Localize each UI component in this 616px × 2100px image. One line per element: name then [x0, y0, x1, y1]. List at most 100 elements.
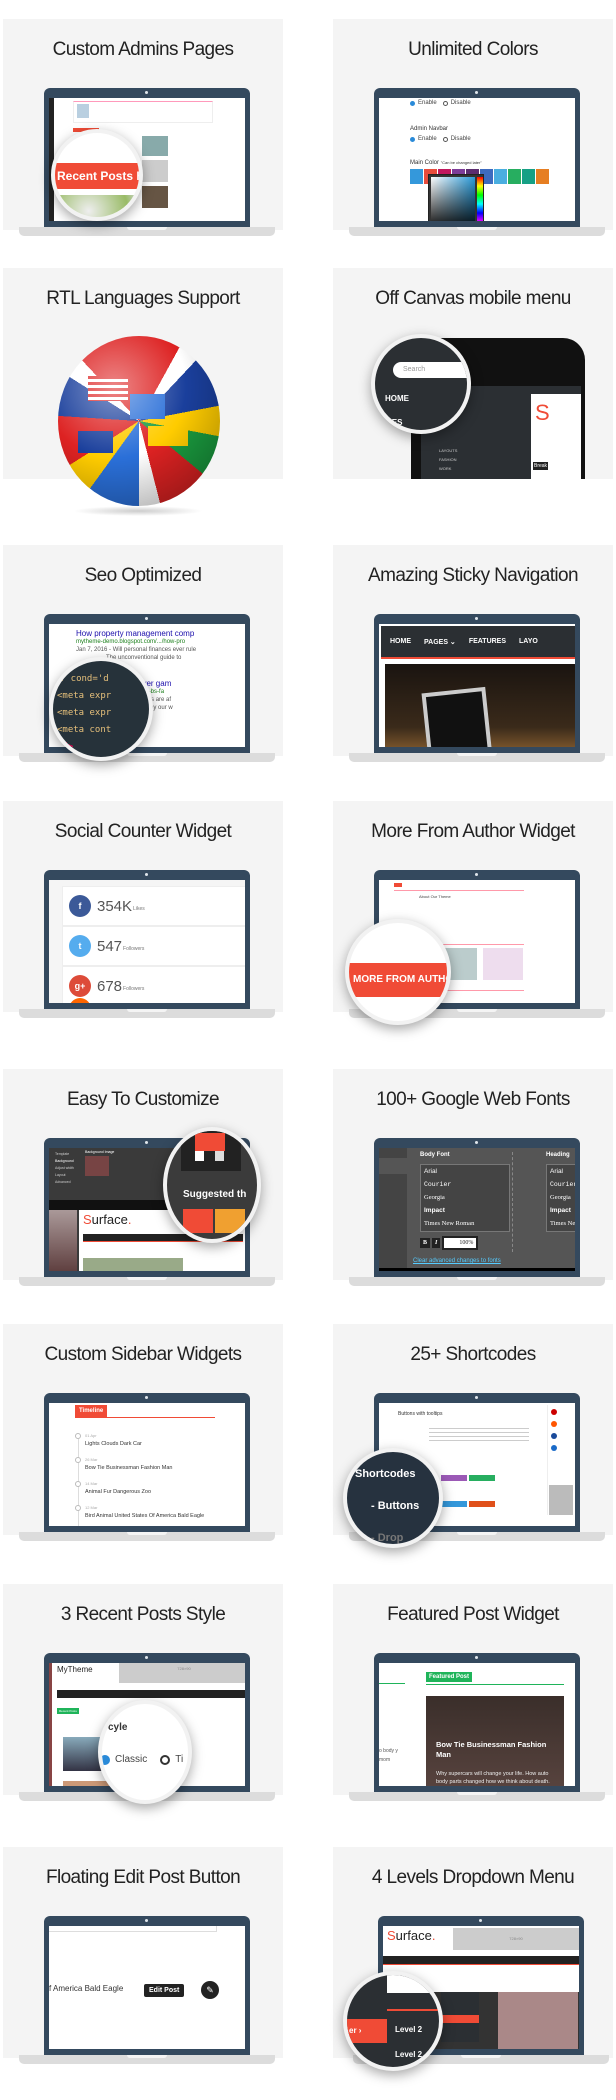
feature-card-custom-admins: Custom Admins Pages Recent Posts By A — [3, 19, 283, 236]
italic-button[interactable]: I — [432, 1238, 441, 1248]
logo-text: urface — [91, 1212, 128, 1227]
timeline-dot-icon — [75, 1505, 81, 1511]
magnifier: MORE FROM AUTHO — [345, 919, 451, 1025]
designer-menu-item[interactable]: Adjust width — [55, 1165, 74, 1172]
menu-item[interactable]: WORK — [439, 464, 457, 473]
feature-title: Custom Admins Pages — [52, 39, 234, 60]
counter-value: 547 — [97, 937, 123, 955]
timeline-date: 26 Mar — [85, 1457, 98, 1462]
menu-item-pages[interactable]: PAGES — [375, 418, 402, 427]
body-font-label: Body Font — [420, 1152, 450, 1158]
designer-menu-item[interactable]: Layout — [55, 1172, 74, 1179]
counter-value: 678 — [97, 977, 123, 995]
radio-enable[interactable] — [410, 100, 415, 106]
nav-home[interactable]: HOME — [390, 638, 411, 645]
timeline-date: 14 Mar — [85, 1481, 98, 1486]
logo-letter: S — [387, 1928, 396, 1943]
nav-layouts[interactable]: LAYO — [519, 638, 538, 645]
flag-globe-image — [58, 336, 220, 506]
dropdown-parent-item[interactable]: er › — [347, 2019, 387, 2043]
result-title[interactable]: How property management comp — [76, 630, 196, 638]
dropdown-item-level-2[interactable]: Level 2 — [395, 2025, 422, 2034]
color-swatch[interactable] — [410, 169, 423, 184]
widget-title: Recent Posts — [57, 1708, 79, 1714]
pencil-icon: ✎ — [206, 1985, 214, 1995]
timeline-item[interactable]: 01 Apr Lights Clouds Dark Car — [75, 1433, 204, 1457]
feature-title: Easy To Customize — [66, 1089, 220, 1110]
dropdown-item-level-2[interactable]: Level 2 — [395, 2050, 422, 2059]
feature-card-rtl: RTL Languages Support — [3, 268, 283, 516]
font-option[interactable]: Times New Roman — [550, 1217, 575, 1230]
designer-menu-item[interactable]: Template — [55, 1151, 74, 1158]
laptop-mockup: HOME PAGES ⌄ FEATURES LAYO — [374, 614, 580, 753]
bg-image-label: Background Image — [85, 1150, 115, 1154]
search-input[interactable]: Search — [393, 362, 467, 378]
designer-menu-item[interactable]: Background — [55, 1158, 74, 1165]
feature-title: Featured Post Widget — [387, 1604, 559, 1625]
edit-post-button[interactable]: ✎ — [201, 1981, 219, 1999]
feature-title: 3 Recent Posts Style — [60, 1604, 226, 1625]
radio-enable[interactable] — [410, 136, 415, 142]
laptop-mockup: Body Font Heading Arial Courier Georgia Imp… — [374, 1138, 580, 1277]
code-line: <meta expr — [57, 691, 112, 701]
timeline-item[interactable]: 12 Mar Bird Animal United States Of Ameri… — [75, 1505, 204, 1526]
social-counter-screenshot: f 354K Likes t 547 Followers g+ 678 Followers — [49, 880, 245, 1003]
font-settings-screenshot: Body Font Heading Arial Courier Georgia Imp… — [379, 1148, 575, 1271]
menu-item-home[interactable]: HOME — [385, 394, 409, 403]
color-swatch[interactable] — [536, 169, 549, 184]
bold-button[interactable]: B — [420, 1238, 431, 1248]
designer-menu-item[interactable]: Advanced — [55, 1179, 74, 1186]
color-swatch[interactable] — [508, 169, 521, 184]
font-option[interactable]: Impact — [424, 1204, 509, 1217]
body-font-list[interactable]: Arial Courier Georgia Impact Times New Roman — [420, 1164, 510, 1232]
edit-post-tooltip: Edit Post — [144, 1984, 185, 1997]
font-option[interactable]: Arial — [550, 1165, 575, 1178]
logo-letter: S — [535, 400, 550, 425]
magnifier: er › Level 2 Level 2 — [343, 1971, 443, 2071]
main-color-note: "Can be changed later" — [440, 160, 482, 165]
timeline-label: Ti — [175, 1754, 184, 1765]
main-color-label: Main Color — [410, 160, 440, 166]
font-option[interactable]: Impact — [550, 1204, 575, 1217]
timeline-dot-icon — [75, 1457, 81, 1463]
social-counter-row[interactable]: f 354K Likes — [63, 887, 245, 927]
feature-title: Floating Edit Post Button — [45, 1867, 241, 1888]
font-option[interactable]: Arial — [424, 1165, 509, 1178]
enable-label: Enable — [418, 100, 437, 106]
feature-title: Custom Sidebar Widgets — [44, 1344, 243, 1365]
about-label: About Our Theme — [419, 894, 451, 899]
color-picker[interactable] — [428, 174, 484, 221]
font-option[interactable]: Georgia — [424, 1191, 509, 1204]
font-size-select[interactable]: 100% — [442, 1236, 479, 1250]
nav-pages[interactable]: PAGES ⌄ — [424, 638, 456, 646]
social-counter-row[interactable]: t 547 Followers — [63, 927, 245, 967]
clear-fonts-link[interactable]: Clear advanced changes to fonts — [413, 1258, 501, 1264]
nav-features[interactable]: FEATURES — [469, 638, 506, 645]
radio-classic[interactable] — [102, 1754, 110, 1765]
feature-title: Amazing Sticky Navigation — [368, 565, 579, 586]
font-option[interactable]: Times New Roman — [424, 1217, 509, 1230]
font-option[interactable]: Courier — [550, 1178, 575, 1191]
color-swatch[interactable] — [494, 169, 507, 184]
timeline-item[interactable]: 26 Mar Bow Tie Businessman Fashion Man — [75, 1457, 204, 1481]
feature-title: 100+ Google Web Fonts — [376, 1089, 570, 1110]
feature-card-sidebar-widgets: Custom Sidebar Widgets Timeline 01 Apr Li… — [3, 1324, 283, 1541]
more-from-author-label: MORE FROM AUTHO — [349, 963, 447, 997]
feature-title: 25+ Shortcodes — [410, 1344, 536, 1365]
featured-post-image: Bow Tie Businessman Fashion Man Why supe… — [426, 1696, 564, 1786]
radio-disable[interactable] — [442, 136, 448, 142]
menu-item[interactable]: FASHION — [439, 455, 457, 464]
social-counter-row[interactable]: g+ 678 Followers — [63, 967, 245, 1003]
font-option[interactable]: Courier — [424, 1178, 509, 1191]
radio-timeline[interactable] — [160, 1754, 171, 1765]
featured-post-screenshot: o body y mom Featured Post Bow Tie Busin… — [379, 1663, 575, 1786]
font-option[interactable]: Georgia — [550, 1191, 575, 1204]
timeline-item[interactable]: 14 Mar Animal Fur Dangerous Zoo — [75, 1481, 204, 1505]
heading-font-list[interactable]: ArialCourierGeorgiaImpactTimes New Roman — [546, 1164, 575, 1232]
feature-title: Off Canvas mobile menu — [375, 288, 571, 309]
breaking-label: Break — [533, 462, 549, 470]
color-swatch[interactable] — [522, 169, 535, 184]
post-title[interactable]: Bow Tie Businessman Fashion Man — [436, 1740, 554, 1760]
menu-item[interactable]: LAYOUTS — [439, 446, 457, 455]
radio-disable[interactable] — [442, 100, 448, 106]
